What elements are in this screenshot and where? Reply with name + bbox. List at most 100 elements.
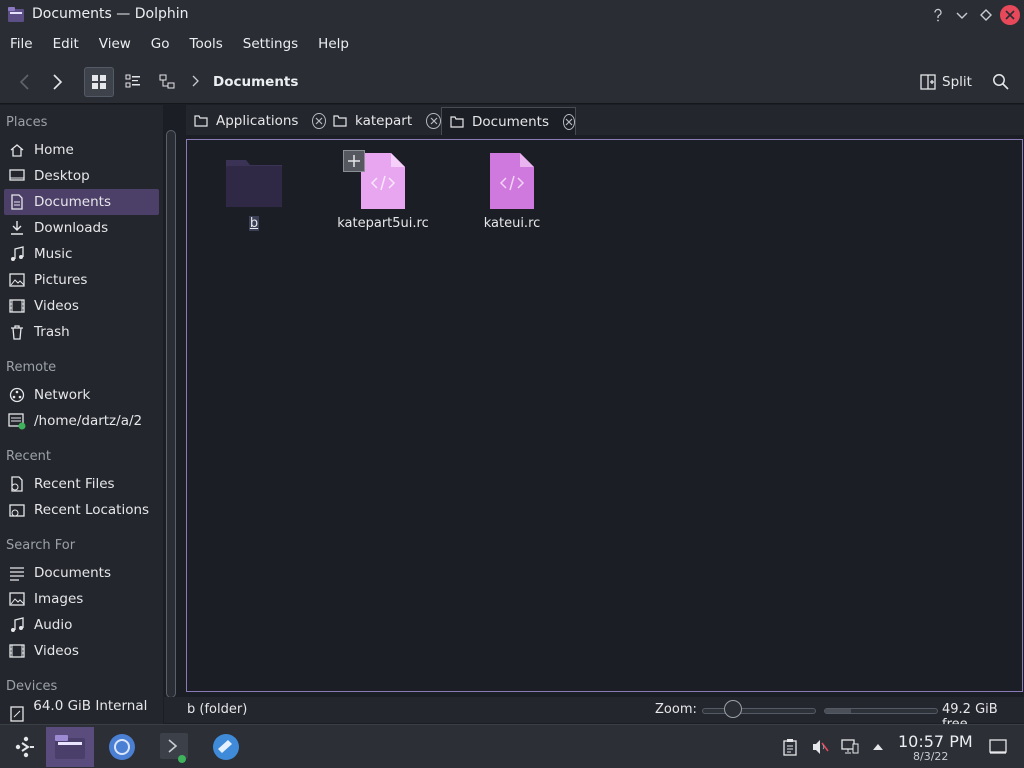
place-desktop[interactable]: Desktop [4,163,159,189]
remote-folder-icon [8,412,26,430]
back-button[interactable] [10,67,40,97]
file-item-kateui[interactable]: kateui.rc [462,152,562,231]
zoom-slider[interactable] [702,708,816,714]
taskbar-terminal-icon[interactable] [150,727,198,767]
taskbar-discover-icon[interactable] [202,727,250,767]
place-search-images[interactable]: Images [4,586,159,612]
place-label: Images [34,591,84,607]
menu-go[interactable]: Go [151,36,170,52]
place-label: /home/dartz/a/2 [34,413,143,429]
file-name: kateui.rc [483,216,541,231]
help-icon[interactable] [928,5,948,25]
maximize-icon[interactable] [976,5,996,25]
status-text: b (folder) [187,702,248,717]
tab-documents[interactable]: Documents [441,107,576,135]
forward-button[interactable] [42,67,72,97]
file-item-folder-b[interactable]: b [204,152,304,231]
menu-help[interactable]: Help [318,36,349,52]
zoom-slider-handle[interactable] [724,700,742,718]
place-trash[interactable]: Trash [4,319,159,345]
place-remote-folder[interactable]: /home/dartz/a/2 [4,408,159,434]
clock-date[interactable]: 8/3/22 [913,750,948,763]
place-network[interactable]: Network [4,382,159,408]
title-bar[interactable]: Documents — Dolphin [0,0,1024,30]
place-label: Audio [34,617,73,633]
download-icon [8,219,26,237]
file-view[interactable]: b katepart5ui.rc kateui.rc [186,139,1023,692]
taskbar-chromium-icon[interactable] [98,727,146,767]
split-button[interactable]: Split [920,67,972,97]
search-images-icon [8,590,26,608]
menu-tools[interactable]: Tools [190,36,223,52]
place-label: Downloads [34,220,109,236]
place-pictures[interactable]: Pictures [4,267,159,293]
place-label: Pictures [34,272,88,288]
tab-label: Applications [216,113,299,129]
select-toggle-icon[interactable] [343,150,365,172]
application-launcher-icon[interactable] [0,727,48,767]
place-label: Desktop [34,168,90,184]
tab-katepart[interactable]: katepart [325,107,441,135]
place-search-audio[interactable]: Audio [4,612,159,638]
sidebar-scrollbar[interactable] [166,130,176,698]
details-view-button[interactable] [152,67,182,97]
place-recent-files[interactable]: Recent Files [4,471,159,497]
place-documents[interactable]: Documents [4,189,159,215]
icons-view-button[interactable] [84,67,114,97]
place-search-videos[interactable]: Videos [4,638,159,664]
folder-icon [194,115,208,127]
documents-icon [8,193,26,211]
toolbar: Documents Split [0,58,1024,104]
menu-file[interactable]: File [10,36,33,52]
place-label: Recent Locations [34,502,150,518]
section-places: Places [6,115,48,130]
folder-icon [333,115,347,127]
place-label: Documents [34,194,111,210]
folder-icon [224,152,284,210]
volume-muted-icon[interactable] [810,737,830,757]
breadcrumb-separator-icon [190,75,200,87]
menu-edit[interactable]: Edit [53,36,79,52]
file-item-katepart5ui[interactable]: katepart5ui.rc [333,150,433,231]
taskbar-dolphin-icon[interactable] [46,727,94,767]
place-label: Trash [34,324,70,340]
place-videos[interactable]: Videos [4,293,159,319]
close-tab-icon[interactable] [312,113,326,129]
close-tab-icon[interactable] [562,113,575,130]
search-icon[interactable] [986,67,1016,97]
place-music[interactable]: Music [4,241,159,267]
breadcrumb-current[interactable]: Documents [213,74,298,90]
desktop-icon [8,167,26,185]
tray-expand-icon[interactable] [868,737,888,757]
folder-icon [450,115,464,128]
tab-label: katepart [355,113,413,129]
place-search-documents[interactable]: Documents [4,560,159,586]
network-icon [8,386,26,404]
place-label: Documents [34,565,111,581]
place-recent-locations[interactable]: Recent Locations [4,497,159,523]
place-downloads[interactable]: Downloads [4,215,159,241]
clipboard-icon[interactable] [780,737,800,757]
menu-bar: File Edit View Go Tools Settings Help [0,30,1024,58]
clock-time[interactable]: 10:57 PM [898,732,973,751]
place-label: Videos [34,298,79,314]
tab-applications[interactable]: Applications [186,107,326,135]
menu-view[interactable]: View [99,36,131,52]
drive-icon [8,705,25,723]
place-label: Home [34,142,74,158]
home-icon [8,141,26,159]
minimize-icon[interactable] [952,5,972,25]
section-devices: Devices [6,679,58,694]
place-label: Recent Files [34,476,115,492]
close-icon[interactable] [1000,5,1020,25]
close-tab-icon[interactable] [426,113,441,129]
compact-view-button[interactable] [118,67,148,97]
places-panel: Places Home Desktop Documents Downloads … [0,105,163,730]
place-label: Network [34,387,91,403]
place-label: Videos [34,643,79,659]
menu-settings[interactable]: Settings [243,36,298,52]
place-home[interactable]: Home [4,137,159,163]
show-desktop-icon[interactable] [988,737,1008,757]
place-label: Music [34,246,73,262]
network-status-icon[interactable] [840,737,860,757]
